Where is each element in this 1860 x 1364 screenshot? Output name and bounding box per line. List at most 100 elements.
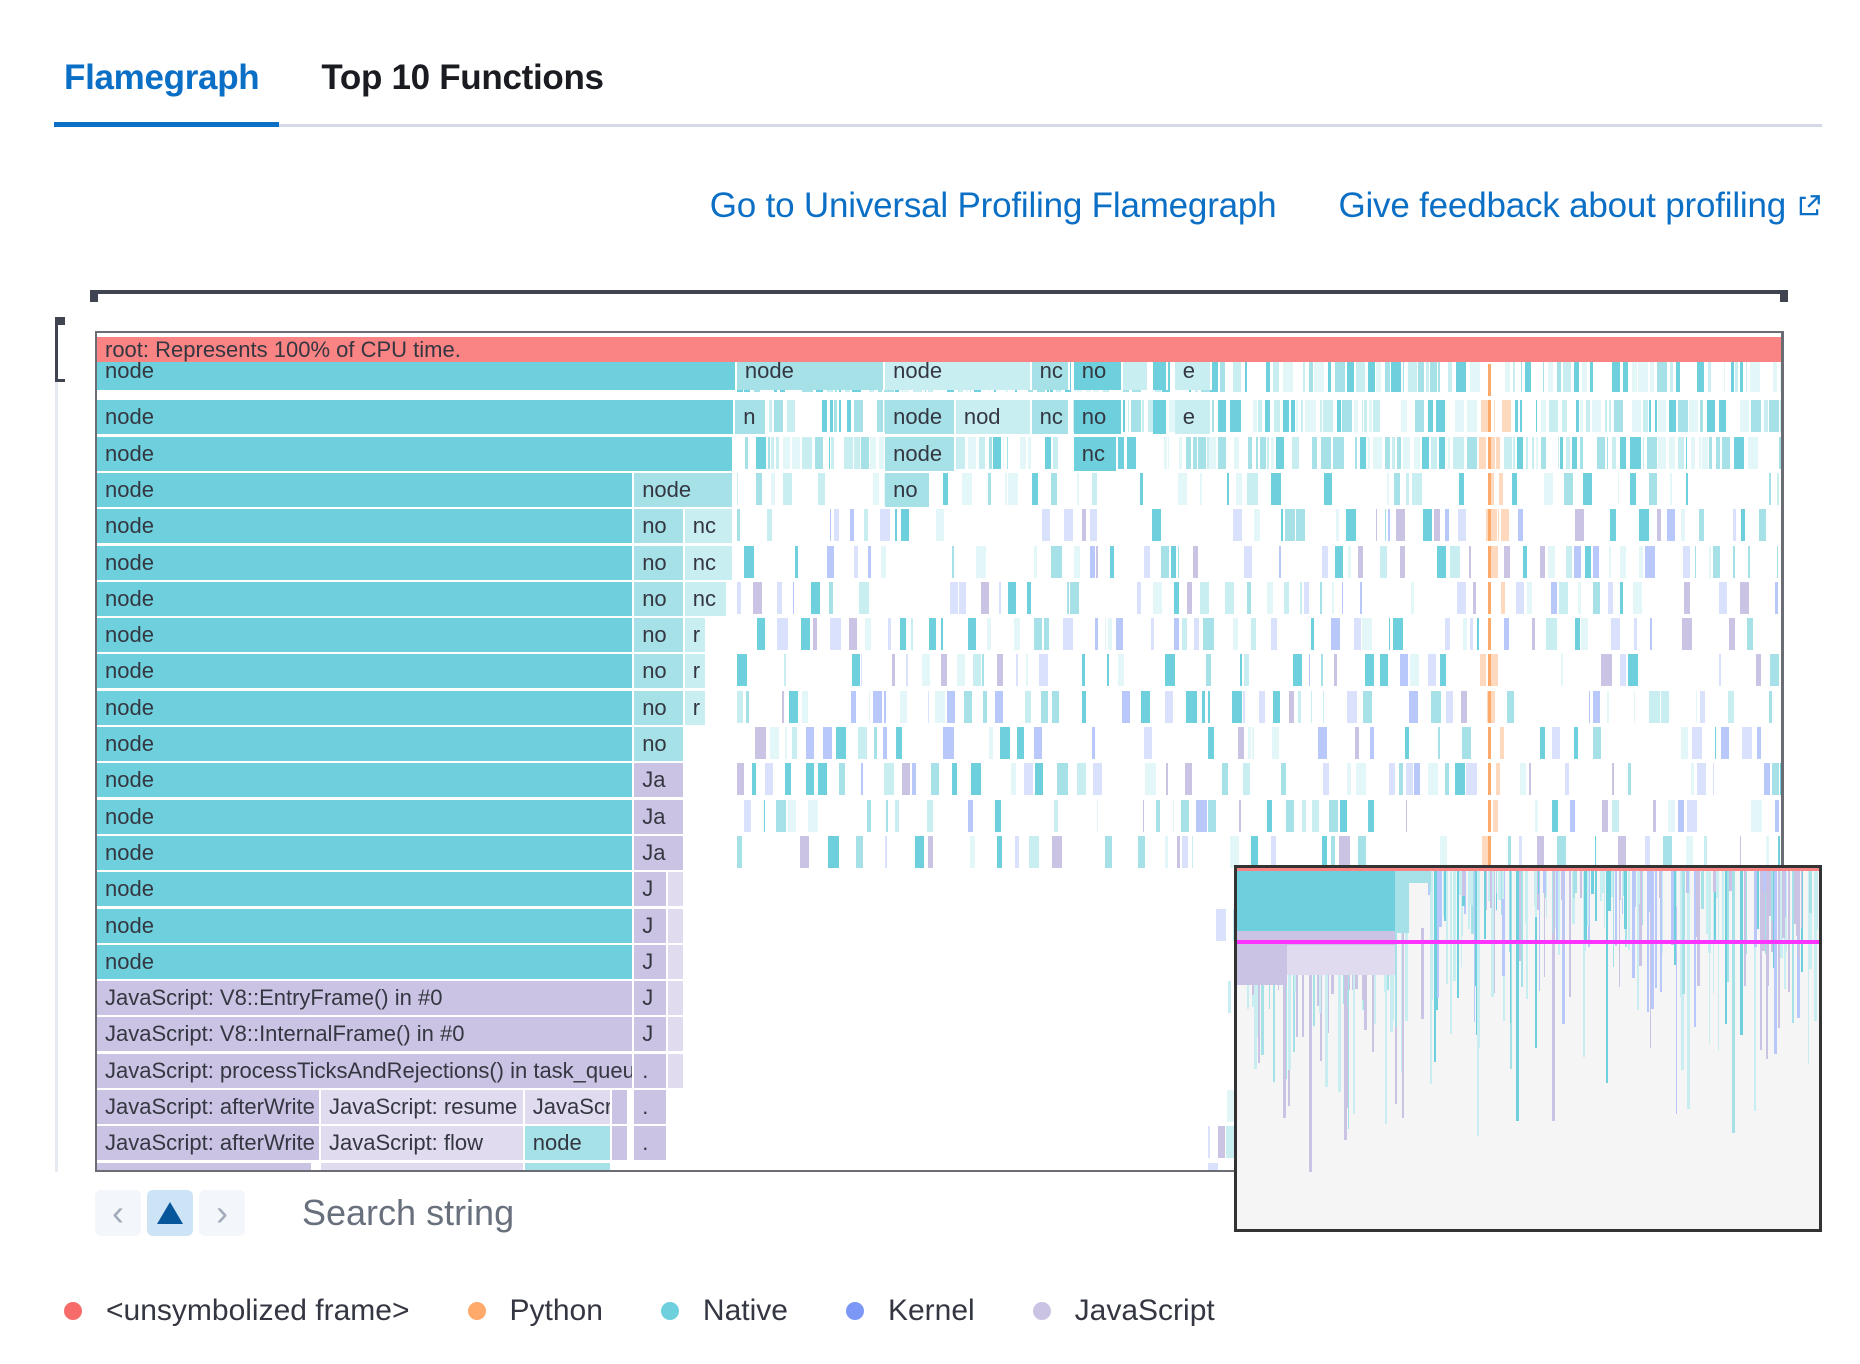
flame-frame-sliver[interactable] xyxy=(1425,360,1429,392)
flame-frame-sliver[interactable] xyxy=(1779,436,1781,469)
flame-frame-sliver[interactable] xyxy=(1489,654,1499,687)
flame-frame-sliver[interactable] xyxy=(1657,360,1667,392)
flame-frame-sliver[interactable] xyxy=(1633,690,1636,723)
flame-frame-sliver[interactable] xyxy=(1224,581,1234,614)
flame-frame[interactable]: node xyxy=(885,360,1032,390)
flame-frame-sliver[interactable] xyxy=(788,799,796,832)
flame-frame-sliver[interactable] xyxy=(1347,360,1354,392)
flame-frame-sliver[interactable] xyxy=(1007,472,1018,505)
flame-frame-sliver[interactable] xyxy=(1654,400,1658,433)
flame-frame-sliver[interactable] xyxy=(1611,436,1616,469)
flame-frame[interactable]: e xyxy=(1174,400,1212,435)
flame-frame-sliver[interactable] xyxy=(940,618,943,651)
flame-frame-sliver[interactable] xyxy=(927,799,934,832)
flame-frame-sliver[interactable] xyxy=(792,436,800,469)
flame-frame-sliver[interactable] xyxy=(989,436,992,469)
flame-frame[interactable]: no xyxy=(634,727,685,761)
flame-frame-sliver[interactable] xyxy=(1309,360,1313,392)
flame-frame-sliver[interactable] xyxy=(870,436,876,469)
flame-frame-sliver[interactable] xyxy=(1218,436,1226,469)
flame-frame[interactable]: node xyxy=(97,581,635,616)
flame-frame-sliver[interactable] xyxy=(1431,690,1441,723)
flame-frame-sliver[interactable] xyxy=(927,835,933,868)
flame-frame-sliver[interactable] xyxy=(1221,763,1229,796)
flame-frame[interactable]: node xyxy=(97,763,635,798)
flame-frame[interactable]: node xyxy=(97,727,635,761)
flame-frame-sliver[interactable] xyxy=(1155,799,1161,832)
flame-frame[interactable] xyxy=(667,1053,685,1088)
flame-frame-sliver[interactable] xyxy=(755,727,767,759)
flame-frame[interactable]: node xyxy=(524,1126,613,1161)
flame-frame-sliver[interactable] xyxy=(1517,509,1524,542)
flame-frame-sliver[interactable] xyxy=(1699,400,1704,433)
flame-frame[interactable]: n xyxy=(735,400,768,435)
flame-frame-sliver[interactable] xyxy=(767,436,770,469)
flame-frame-sliver[interactable] xyxy=(1497,509,1500,542)
flame-frame-sliver[interactable] xyxy=(1675,360,1680,392)
flame-frame-sliver[interactable] xyxy=(961,472,972,505)
flame-frame-sliver[interactable] xyxy=(745,436,748,469)
flame-frame-sliver[interactable] xyxy=(1715,436,1721,469)
flame-frame-sliver[interactable] xyxy=(1291,436,1300,469)
flame-frame-sliver[interactable] xyxy=(1177,545,1180,578)
flame-frame[interactable]: nc xyxy=(1031,360,1071,390)
flame-frame-sliver[interactable] xyxy=(736,509,741,542)
flame-frame-sliver[interactable] xyxy=(1311,436,1318,469)
flame-frame-sliver[interactable] xyxy=(854,436,860,469)
flame-frame-sliver[interactable] xyxy=(968,436,976,469)
flame-frame-sliver[interactable] xyxy=(774,400,784,433)
flame-frame-sliver[interactable] xyxy=(878,436,885,469)
scrollbar-right-handle[interactable] xyxy=(1780,290,1788,302)
flame-frame-sliver[interactable] xyxy=(884,763,895,796)
flame-frame[interactable]: node xyxy=(97,545,635,580)
flame-frame-sliver[interactable] xyxy=(808,799,819,832)
flame-frame-sliver[interactable] xyxy=(1669,436,1676,469)
flame-frame-sliver[interactable] xyxy=(1663,835,1673,868)
flame-frame-sliver[interactable] xyxy=(1627,654,1638,687)
flame-frame-sliver[interactable] xyxy=(1751,799,1763,832)
flame-frame-sliver[interactable] xyxy=(811,581,820,614)
flame-frame-sliver[interactable] xyxy=(873,472,879,505)
flame-frame-sliver[interactable] xyxy=(911,763,916,796)
flame-frame-sliver[interactable] xyxy=(1698,436,1702,469)
flame-frame-sliver[interactable] xyxy=(1520,763,1526,796)
flame-frame-sliver[interactable] xyxy=(1106,654,1109,687)
flame-frame-sliver[interactable] xyxy=(1612,360,1621,392)
flame-frame-sliver[interactable] xyxy=(1702,436,1708,469)
flame-frame-sliver[interactable] xyxy=(1198,436,1206,469)
flame-frame-sliver[interactable] xyxy=(752,581,762,614)
flame-frame[interactable]: node xyxy=(97,360,737,390)
flame-frame-sliver[interactable] xyxy=(1341,581,1343,614)
flame-frame-sliver[interactable] xyxy=(929,618,936,651)
flame-frame-sliver[interactable] xyxy=(1428,763,1439,796)
flame-frame-sliver[interactable] xyxy=(1199,472,1203,505)
flame-frame-sliver[interactable] xyxy=(1611,763,1614,796)
python-frame-sliver[interactable] xyxy=(1487,472,1491,505)
flame-frame-sliver[interactable] xyxy=(994,690,1004,723)
flame-frame-sliver[interactable] xyxy=(1627,763,1632,796)
flame-frame-sliver[interactable] xyxy=(829,581,834,614)
flame-frame-sliver[interactable] xyxy=(901,763,911,796)
flame-frame-sliver[interactable] xyxy=(1477,618,1480,651)
flame-frame-sliver[interactable] xyxy=(1765,835,1770,868)
flame-frame-sliver[interactable] xyxy=(1539,727,1545,759)
flame-frame[interactable]: . xyxy=(634,1053,668,1088)
flame-frame-sliver[interactable] xyxy=(880,545,887,578)
flame-frame-sliver[interactable] xyxy=(1569,799,1576,832)
flame-frame-sliver[interactable] xyxy=(1580,436,1584,469)
flame-frame-sliver[interactable] xyxy=(1230,400,1241,433)
flame-frame-sliver[interactable] xyxy=(1408,690,1418,723)
flame-frame-sliver[interactable] xyxy=(1739,835,1741,868)
flame-frame-sliver[interactable] xyxy=(854,545,858,578)
flame-frame-sliver[interactable] xyxy=(970,835,975,868)
flame-frame[interactable] xyxy=(667,1017,685,1052)
flame-frame-sliver[interactable] xyxy=(1282,400,1289,433)
flame-frame-sliver[interactable] xyxy=(1373,436,1382,469)
flame-frame-sliver[interactable] xyxy=(1166,763,1168,796)
flame-frame-sliver[interactable] xyxy=(1462,618,1467,651)
flame-frame-sliver[interactable] xyxy=(1438,436,1445,469)
search-input[interactable] xyxy=(300,1186,1204,1240)
flame-frame-sliver[interactable] xyxy=(1367,799,1374,832)
flame-frame-sliver[interactable] xyxy=(1137,835,1145,868)
flame-frame-sliver[interactable] xyxy=(1720,727,1729,759)
